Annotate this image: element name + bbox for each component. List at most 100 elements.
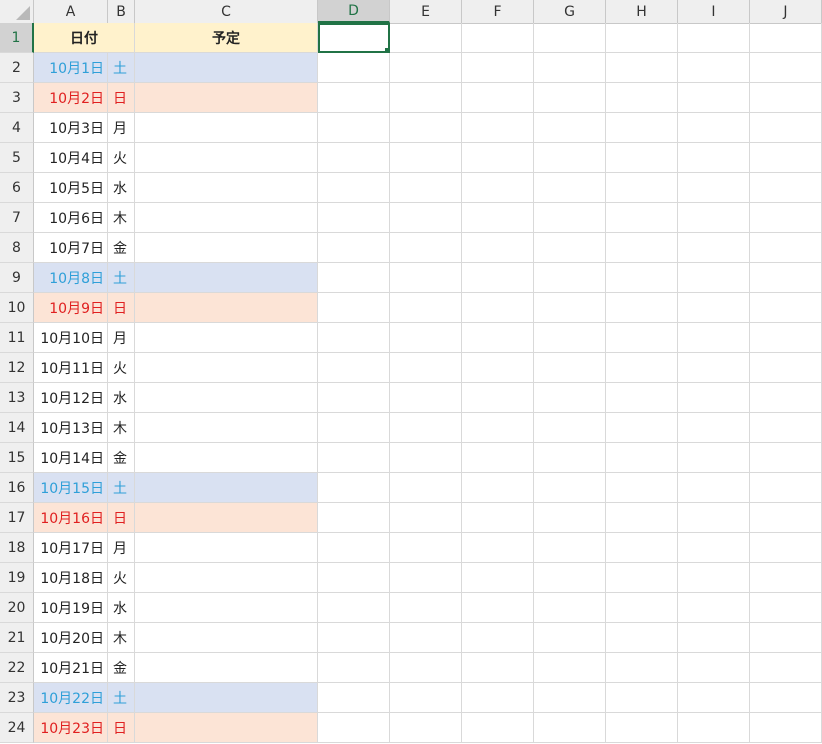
empty-cell[interactable] xyxy=(750,683,822,713)
plan-cell[interactable] xyxy=(135,113,318,143)
row-header[interactable]: 24 xyxy=(0,713,34,743)
empty-cell[interactable] xyxy=(390,53,462,83)
empty-cell[interactable] xyxy=(606,683,678,713)
empty-cell[interactable] xyxy=(606,593,678,623)
empty-cell[interactable] xyxy=(534,593,606,623)
empty-cell[interactable] xyxy=(750,53,822,83)
empty-cell[interactable] xyxy=(606,653,678,683)
empty-cell[interactable] xyxy=(318,173,390,203)
empty-cell[interactable] xyxy=(318,563,390,593)
empty-cell[interactable] xyxy=(534,443,606,473)
date-cell[interactable]: 10月1日 xyxy=(34,53,108,83)
row-header[interactable]: 7 xyxy=(0,203,34,233)
select-all-button[interactable] xyxy=(0,0,34,23)
empty-cell[interactable] xyxy=(678,503,750,533)
empty-cell[interactable] xyxy=(606,323,678,353)
empty-cell[interactable] xyxy=(318,113,390,143)
plan-cell[interactable] xyxy=(135,173,318,203)
empty-cell[interactable] xyxy=(534,53,606,83)
row-header[interactable]: 23 xyxy=(0,683,34,713)
empty-cell[interactable] xyxy=(750,653,822,683)
row-header[interactable]: 5 xyxy=(0,143,34,173)
empty-cell[interactable] xyxy=(750,503,822,533)
date-cell[interactable]: 10月2日 xyxy=(34,83,108,113)
spreadsheet-grid[interactable]: ABCDEFGHIJ 1 日付 予定 2 10月1日土 3 10月2日日 4 10月3日月 5 10… xyxy=(0,0,822,744)
weekday-cell[interactable]: 土 xyxy=(108,683,135,713)
date-cell[interactable]: 10月4日 xyxy=(34,143,108,173)
empty-cell[interactable] xyxy=(318,83,390,113)
empty-cell[interactable] xyxy=(462,653,534,683)
weekday-cell[interactable]: 金 xyxy=(108,653,135,683)
weekday-cell[interactable]: 土 xyxy=(108,473,135,503)
empty-cell[interactable] xyxy=(318,383,390,413)
empty-cell[interactable] xyxy=(318,473,390,503)
empty-cell[interactable] xyxy=(390,443,462,473)
row-header[interactable]: 17 xyxy=(0,503,34,533)
empty-cell[interactable] xyxy=(534,113,606,143)
weekday-cell[interactable]: 月 xyxy=(108,533,135,563)
date-cell[interactable]: 10月16日 xyxy=(34,503,108,533)
empty-cell[interactable] xyxy=(390,323,462,353)
empty-cell[interactable] xyxy=(462,143,534,173)
empty-cell[interactable] xyxy=(678,443,750,473)
empty-cell[interactable] xyxy=(462,473,534,503)
row-header[interactable]: 20 xyxy=(0,593,34,623)
plan-cell[interactable] xyxy=(135,443,318,473)
empty-cell[interactable] xyxy=(462,233,534,263)
empty-cell[interactable] xyxy=(318,683,390,713)
empty-cell[interactable] xyxy=(318,323,390,353)
empty-cell[interactable] xyxy=(390,233,462,263)
empty-cell[interactable] xyxy=(678,683,750,713)
empty-cell[interactable] xyxy=(606,713,678,743)
empty-cell[interactable] xyxy=(318,653,390,683)
date-cell[interactable]: 10月20日 xyxy=(34,623,108,653)
empty-cell[interactable] xyxy=(606,473,678,503)
empty-cell[interactable] xyxy=(534,473,606,503)
date-cell[interactable]: 10月7日 xyxy=(34,233,108,263)
empty-cell[interactable] xyxy=(390,263,462,293)
plan-cell[interactable] xyxy=(135,383,318,413)
empty-cell[interactable] xyxy=(606,203,678,233)
weekday-cell[interactable]: 水 xyxy=(108,383,135,413)
empty-cell[interactable] xyxy=(678,173,750,203)
weekday-cell[interactable]: 月 xyxy=(108,113,135,143)
empty-cell[interactable] xyxy=(462,413,534,443)
weekday-cell[interactable]: 木 xyxy=(108,413,135,443)
weekday-cell[interactable]: 水 xyxy=(108,593,135,623)
empty-cell[interactable] xyxy=(750,23,822,53)
plan-cell[interactable] xyxy=(135,233,318,263)
empty-cell[interactable] xyxy=(534,143,606,173)
empty-cell[interactable] xyxy=(390,503,462,533)
empty-cell[interactable] xyxy=(390,203,462,233)
empty-cell[interactable] xyxy=(534,323,606,353)
empty-cell[interactable] xyxy=(678,293,750,323)
empty-cell[interactable] xyxy=(390,143,462,173)
empty-cell[interactable] xyxy=(678,623,750,653)
row-header[interactable]: 11 xyxy=(0,323,34,353)
plan-cell[interactable] xyxy=(135,713,318,743)
plan-cell[interactable] xyxy=(135,593,318,623)
date-cell[interactable]: 10月5日 xyxy=(34,173,108,203)
plan-cell[interactable] xyxy=(135,503,318,533)
plan-cell[interactable] xyxy=(135,203,318,233)
empty-cell[interactable] xyxy=(462,443,534,473)
empty-cell[interactable] xyxy=(318,713,390,743)
empty-cell[interactable] xyxy=(750,173,822,203)
empty-cell[interactable] xyxy=(678,143,750,173)
column-header-b[interactable]: B xyxy=(108,0,135,23)
empty-cell[interactable] xyxy=(750,323,822,353)
active-cell-d1[interactable] xyxy=(318,23,390,53)
empty-cell[interactable] xyxy=(390,593,462,623)
empty-cell[interactable] xyxy=(678,713,750,743)
empty-cell[interactable] xyxy=(462,713,534,743)
empty-cell[interactable] xyxy=(606,263,678,293)
row-header[interactable]: 13 xyxy=(0,383,34,413)
date-cell[interactable]: 10月14日 xyxy=(34,443,108,473)
row-header[interactable]: 16 xyxy=(0,473,34,503)
row-header[interactable]: 8 xyxy=(0,233,34,263)
empty-cell[interactable] xyxy=(678,533,750,563)
empty-cell[interactable] xyxy=(534,83,606,113)
empty-cell[interactable] xyxy=(534,503,606,533)
plan-cell[interactable] xyxy=(135,143,318,173)
empty-cell[interactable] xyxy=(390,473,462,503)
